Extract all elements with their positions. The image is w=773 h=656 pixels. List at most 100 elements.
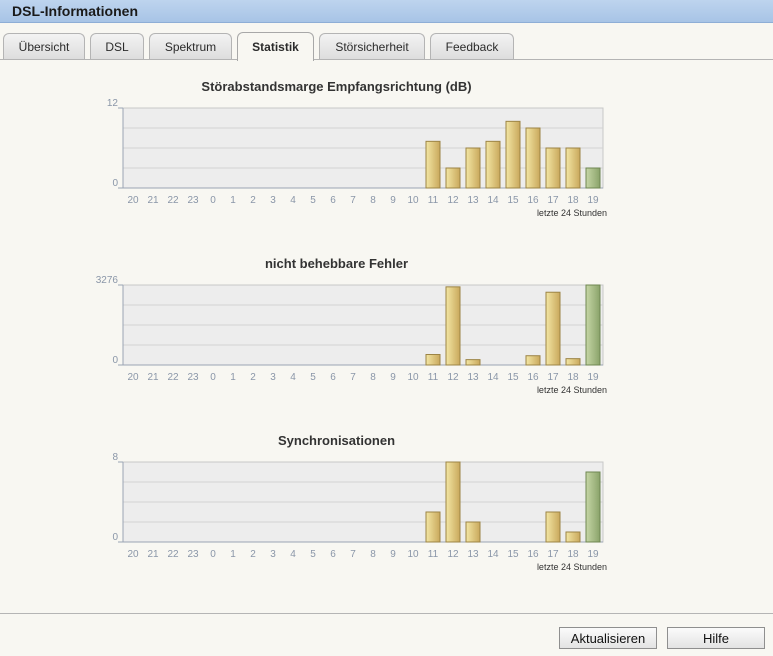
x-tick-label: 2 (250, 549, 256, 560)
x-tick-label: 16 (527, 549, 539, 560)
chart-uncorrectable-errors: 0327620 21 22 23 0 1 2 3 4 5 6 7 8 9 10 11 12 13 14 15 16 17 1… (96, 275, 607, 395)
bar (565, 531, 581, 543)
tab-dsl[interactable]: DSL (90, 33, 144, 60)
x-tick-label: 14 (487, 195, 499, 206)
tab-spektrum[interactable]: Spektrum (149, 33, 232, 60)
x-tick-label: 6 (330, 195, 336, 206)
tab-feedback[interactable]: Feedback (430, 33, 514, 60)
x-tick-label: 7 (350, 549, 356, 560)
bar (425, 353, 441, 366)
x-tick-label: 5 (310, 195, 316, 206)
bar (565, 358, 581, 366)
x-tick-label: 15 (507, 372, 519, 383)
x-tick-label: 17 (547, 195, 559, 206)
bar (445, 286, 461, 366)
bar (585, 284, 601, 366)
help-button[interactable]: Hilfe (667, 627, 765, 649)
x-tick-label: 20 (127, 195, 139, 206)
x-tick-label: 9 (390, 372, 396, 383)
x-tick-label: 4 (290, 372, 296, 383)
y-tick-label: 0 (112, 355, 118, 366)
x-tick-label: 21 (147, 549, 159, 560)
x-tick-label: 10 (407, 549, 419, 560)
y-tick-label: 0 (112, 178, 118, 189)
refresh-button[interactable]: Aktualisieren (559, 627, 657, 649)
tab-stoersicherheit[interactable]: Störsicherheit (319, 33, 425, 60)
x-axis-label: letzte 24 Stunden (537, 208, 607, 218)
x-tick-label: 21 (147, 195, 159, 206)
x-tick-label: 22 (167, 195, 179, 206)
y-tick-label: 8 (112, 452, 118, 463)
x-tick-label: 22 (167, 372, 179, 383)
bar (425, 511, 441, 543)
bar (445, 167, 461, 189)
chart-snr-margin: 01220 21 22 23 0 1 2 3 4 5 6 7 8 9 10 11 12 13 14 15 16 17 18 1… (107, 98, 607, 218)
x-tick-label: 14 (487, 549, 499, 560)
x-tick-label: 20 (127, 549, 139, 560)
footer-divider (0, 613, 773, 614)
x-tick-label: 9 (390, 195, 396, 206)
bar (585, 471, 601, 543)
x-tick-label: 4 (290, 549, 296, 560)
bar (545, 511, 561, 543)
x-tick-label: 8 (370, 372, 376, 383)
x-tick-label: 10 (407, 195, 419, 206)
bar (545, 147, 561, 189)
x-tick-label: 7 (350, 195, 356, 206)
x-tick-label: 19 (587, 195, 599, 206)
x-tick-label: 12 (447, 549, 459, 560)
x-tick-label: 10 (407, 372, 419, 383)
bar (585, 167, 601, 189)
x-tick-label: 16 (527, 195, 539, 206)
tab-bar: Übersicht DSL Spektrum Statistik Störsic… (0, 32, 773, 61)
x-axis-label: letzte 24 Stunden (537, 385, 607, 395)
bar (565, 147, 581, 189)
bar (525, 355, 541, 366)
x-tick-label: 11 (428, 549, 439, 560)
x-tick-label: 14 (487, 372, 499, 383)
x-tick-label: 2 (250, 195, 256, 206)
x-tick-label: 18 (567, 195, 579, 206)
tab-statistik[interactable]: Statistik (237, 32, 314, 61)
bar (445, 461, 461, 543)
chart-title-uncorrectable-errors: nicht behebbare Fehler (264, 256, 409, 271)
x-tick-label: 6 (330, 549, 336, 560)
x-tick-label: 3 (270, 549, 276, 560)
bar (465, 147, 481, 189)
x-tick-label: 0 (210, 195, 216, 206)
chart-title-synchronizations: Synchronisationen (277, 433, 396, 448)
x-tick-label: 1 (230, 372, 236, 383)
x-tick-label: 3 (270, 372, 276, 383)
bar (485, 140, 501, 189)
x-tick-label: 19 (587, 372, 599, 383)
bar (465, 521, 481, 543)
x-tick-label: 16 (527, 372, 539, 383)
bar (545, 291, 561, 366)
x-tick-label: 13 (467, 195, 479, 206)
x-tick-label: 21 (147, 372, 159, 383)
x-tick-label: 23 (187, 372, 199, 383)
y-tick-label: 12 (107, 98, 119, 109)
x-tick-label: 4 (290, 195, 296, 206)
tab-uebersicht[interactable]: Übersicht (3, 33, 85, 60)
x-tick-label: 13 (467, 372, 479, 383)
x-tick-label: 1 (230, 195, 236, 206)
x-tick-label: 6 (330, 372, 336, 383)
x-tick-label: 23 (187, 549, 199, 560)
x-tick-label: 19 (587, 549, 599, 560)
x-tick-label: 17 (547, 372, 559, 383)
x-tick-label: 11 (428, 372, 439, 383)
x-tick-label: 9 (390, 549, 396, 560)
x-tick-label: 5 (310, 372, 316, 383)
x-tick-label: 18 (567, 372, 579, 383)
bar (425, 140, 441, 189)
x-tick-label: 15 (507, 549, 519, 560)
y-tick-label: 3276 (96, 275, 119, 286)
x-tick-label: 15 (507, 195, 519, 206)
x-tick-label: 8 (370, 549, 376, 560)
chart-synchronizations: 0820 21 22 23 0 1 2 3 4 5 6 7 8 9 10 11 12 13 14 15 16 17 18 19… (112, 452, 607, 572)
x-tick-label: 0 (210, 549, 216, 560)
bar (505, 120, 521, 189)
bar (525, 127, 541, 189)
x-axis-label: letzte 24 Stunden (537, 562, 607, 572)
